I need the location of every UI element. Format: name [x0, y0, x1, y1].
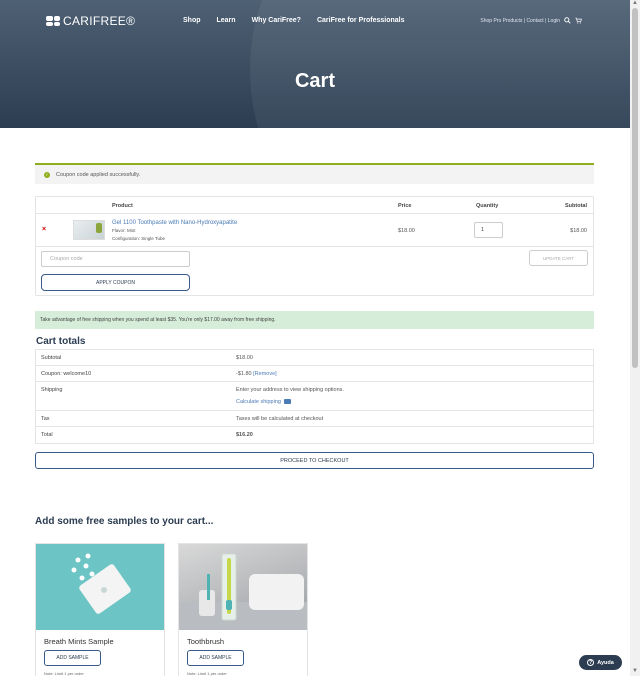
cart-icon[interactable] [575, 17, 582, 24]
help-label: Ayuda [597, 659, 614, 666]
quantity-input[interactable]: 1 [474, 222, 503, 238]
coupon-notice: ✓ Coupon code applied successfully. [35, 163, 594, 184]
nav-professionals[interactable]: CariFree for Professionals [317, 17, 405, 24]
tax-value: Taxes will be calculated at checkout [236, 416, 324, 422]
help-icon: ? [587, 659, 595, 666]
cart-table-header: Product Price Quantity Subtotal [36, 197, 593, 214]
coupon-code-input[interactable]: Coupon code [41, 251, 190, 267]
totals-row-total: Total $16.20 [36, 427, 593, 443]
coupon-value: -$1.80 [Remove] [236, 371, 277, 377]
product-price: $18.00 [398, 228, 415, 234]
utility-links-text[interactable]: Shop Pro Products | Contact | Login [480, 18, 560, 24]
cart-item-row: × Gel 1100 Toothpaste with Nano-Hydroxya… [36, 214, 593, 247]
logo-text: CARIFREE® [63, 14, 136, 28]
totals-row-coupon: Coupon: welcome10 -$1.80 [Remove] [36, 366, 593, 382]
logo-icon [46, 16, 60, 26]
sample-name: Breath Mints Sample [44, 637, 114, 646]
totals-row-tax: Tax Taxes will be calculated at checkout [36, 411, 593, 427]
cart-totals-title: Cart totals [36, 336, 86, 347]
page-title: Cart [294, 70, 335, 92]
product-subtotal: $18.00 [570, 228, 587, 234]
sample-name: Toothbrush [187, 637, 225, 646]
total-label: Total [41, 432, 53, 438]
totals-row-shipping: Shipping Enter your address to view ship… [36, 382, 593, 411]
totals-row-subtotal: Subtotal $18.00 [36, 350, 593, 366]
shipping-value: Enter your address to view shipping opti… [236, 387, 344, 393]
subtotal-value: $18.00 [236, 355, 253, 361]
sample-card: Toothbrush ADD SAMPLE Note: Limit 1 per … [178, 543, 308, 676]
nav-learn[interactable]: Learn [217, 17, 236, 24]
toothbrush-illustration [179, 553, 307, 630]
scrollbar[interactable]: ▲ ▼ [630, 0, 640, 676]
scroll-thumb[interactable] [632, 8, 638, 368]
add-sample-button[interactable]: ADD SAMPLE [44, 650, 101, 666]
check-circle-icon: ✓ [44, 171, 50, 178]
mints-packet-illustration [71, 553, 131, 614]
search-icon[interactable] [564, 17, 571, 24]
breath-mints-image[interactable] [36, 544, 164, 630]
calculate-shipping-link[interactable]: Calculate shipping [236, 399, 291, 405]
subtotal-label: Subtotal [41, 355, 62, 361]
remove-item-icon[interactable]: × [42, 226, 46, 233]
product-configuration: Configuration: Single Tube [112, 236, 166, 241]
product-flavor: Flavor: Mint [112, 228, 136, 233]
sample-card: Breath Mints Sample ADD SAMPLE Note: Lim… [35, 543, 165, 676]
sample-note: Note: Limit 1 per order [187, 671, 227, 676]
header-quantity: Quantity [476, 203, 499, 209]
toothbrush-image[interactable] [179, 544, 307, 630]
free-shipping-notice: Take advantage of free shipping when you… [35, 311, 594, 329]
truck-icon [283, 399, 291, 405]
header-product: Product [112, 203, 133, 209]
tax-label: Tax [41, 416, 50, 422]
site-header: CARIFREE® Shop Learn Why CariFree? CariF… [0, 0, 630, 128]
cart-totals-table: Subtotal $18.00 Coupon: welcome10 -$1.80… [35, 349, 594, 444]
calculate-shipping-text[interactable]: Calculate shipping [236, 399, 281, 405]
help-button[interactable]: ? Ayuda [579, 655, 622, 670]
nav-shop[interactable]: Shop [183, 17, 201, 24]
scroll-down-icon[interactable]: ▼ [631, 668, 639, 676]
add-sample-button[interactable]: ADD SAMPLE [187, 650, 244, 666]
product-thumbnail[interactable] [73, 220, 105, 240]
total-value: $16.20 [236, 432, 253, 438]
sample-note: Note: Limit 1 per order [44, 671, 84, 676]
coupon-label: Coupon: welcome10 [41, 371, 92, 377]
remove-coupon-link[interactable]: [Remove] [253, 371, 277, 377]
update-cart-button[interactable]: UPDATE CART [529, 250, 588, 266]
samples-title: Add some free samples to your cart... [35, 516, 214, 527]
coupon-discount: -$1.80 [236, 371, 252, 377]
shipping-label: Shipping [41, 387, 63, 393]
brand-logo[interactable]: CARIFREE® [46, 14, 135, 28]
header-price: Price [398, 203, 412, 209]
notice-message: Coupon code applied successfully. [56, 171, 141, 178]
cart-table: Product Price Quantity Subtotal × Gel 11… [35, 196, 594, 296]
apply-coupon-button[interactable]: APPLY COUPON [41, 274, 190, 291]
main-nav: Shop Learn Why CariFree? CariFree for Pr… [183, 17, 405, 24]
nav-why-carifree[interactable]: Why CariFree? [252, 17, 301, 24]
product-name-link[interactable]: Gel 1100 Toothpaste with Nano-Hydroxyapa… [112, 220, 237, 226]
header-subtotal: Subtotal [565, 203, 587, 209]
proceed-to-checkout-button[interactable]: PROCEED TO CHECKOUT [35, 452, 594, 469]
utility-links: Shop Pro Products | Contact | Login [480, 17, 582, 24]
scroll-up-icon[interactable]: ▲ [631, 0, 639, 8]
